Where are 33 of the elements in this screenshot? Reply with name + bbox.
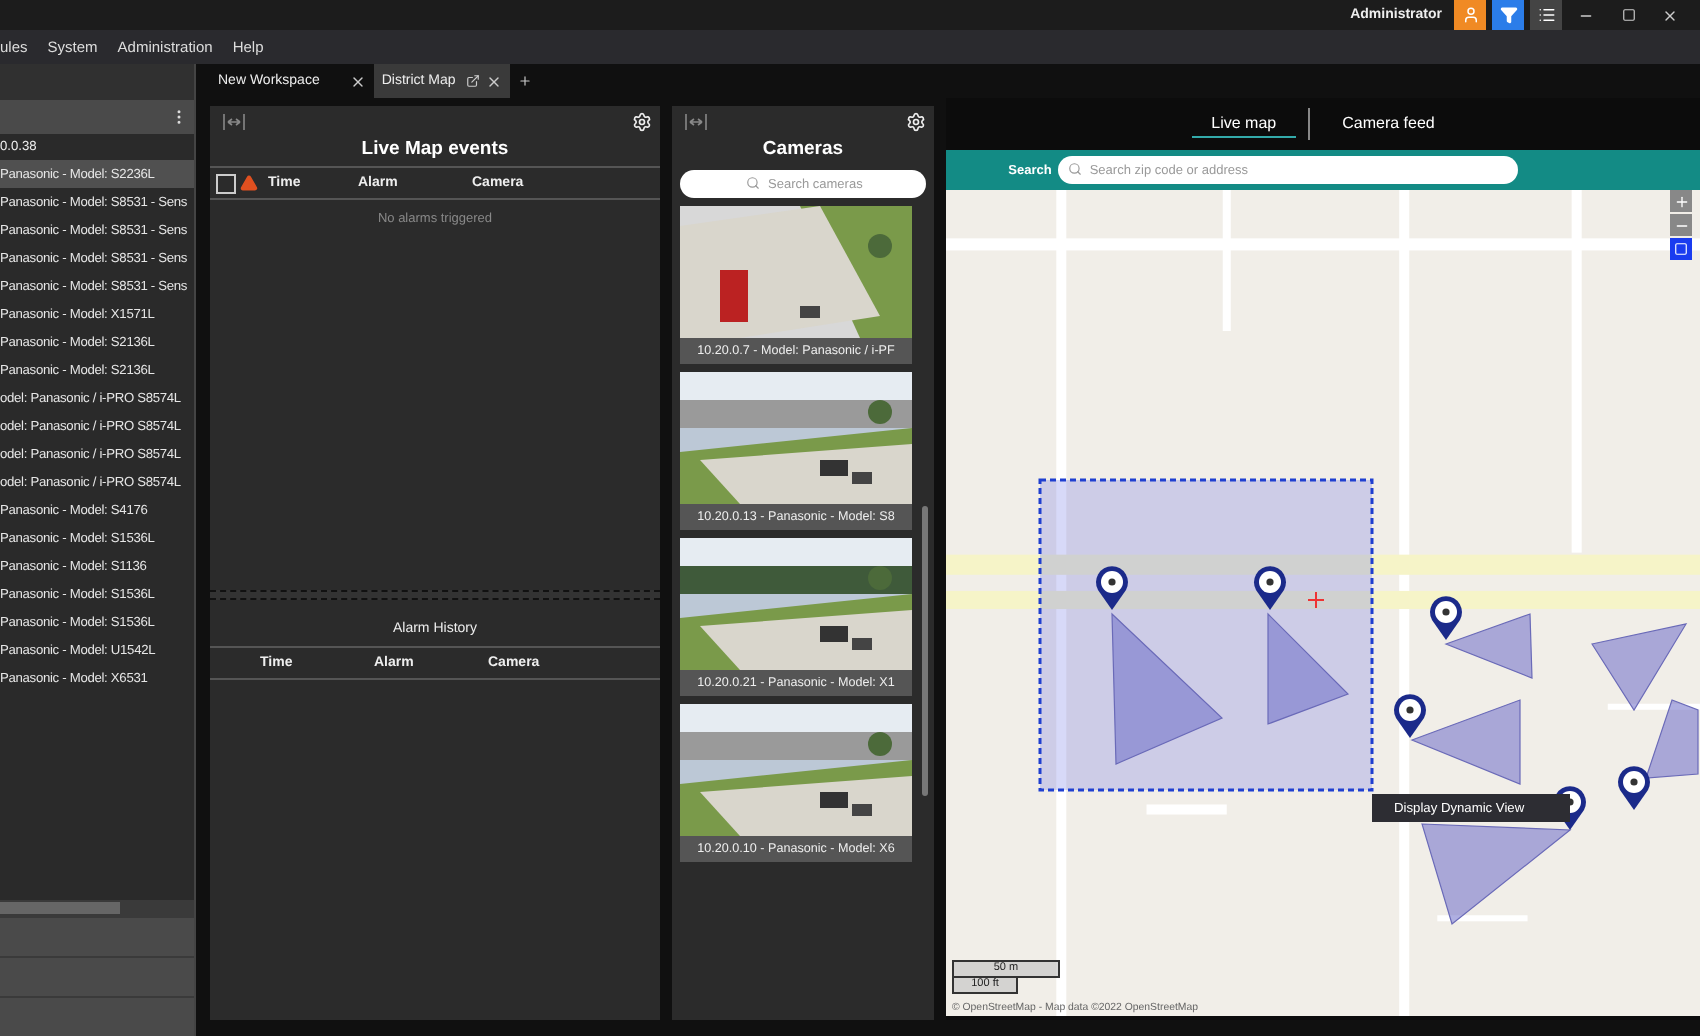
map-tab[interactable]: Live map bbox=[1191, 110, 1297, 138]
close-icon[interactable] bbox=[349, 73, 366, 89]
horizontal-scrollbar[interactable] bbox=[0, 900, 194, 916]
panel-title: Live Map events bbox=[359, 138, 511, 164]
settings-icon[interactable] bbox=[906, 112, 926, 132]
camera-pin-icon bbox=[1618, 766, 1650, 810]
settings-icon[interactable] bbox=[632, 112, 652, 132]
expand-icon[interactable] bbox=[684, 114, 708, 130]
camera-pin-icon bbox=[1430, 596, 1462, 640]
view-cone bbox=[1267, 612, 1350, 725]
camera-pin-icon bbox=[1254, 566, 1286, 610]
filter-icon[interactable] bbox=[1492, 0, 1524, 30]
panel-title: Cameras bbox=[760, 138, 846, 164]
camera-pin-icon bbox=[1394, 694, 1426, 738]
select-all-checkbox[interactable] bbox=[216, 173, 236, 193]
zoom-in-button[interactable] bbox=[1670, 190, 1692, 212]
close-icon[interactable] bbox=[485, 73, 502, 89]
view-cone bbox=[1410, 699, 1521, 785]
list-icon[interactable] bbox=[1530, 0, 1562, 30]
search-icon bbox=[1067, 162, 1082, 176]
square-icon bbox=[1674, 242, 1688, 256]
crosshair-icon bbox=[1307, 591, 1325, 609]
add-tab-icon[interactable] bbox=[517, 74, 532, 88]
warning-icon bbox=[240, 174, 258, 192]
camera-pin-icon bbox=[1096, 566, 1128, 610]
plus-icon bbox=[1673, 193, 1689, 209]
search-icon bbox=[746, 176, 760, 190]
layer-button[interactable] bbox=[1670, 238, 1692, 260]
map-tab[interactable]: Camera feed bbox=[1322, 110, 1455, 138]
expand-icon[interactable] bbox=[222, 114, 246, 130]
popout-icon[interactable] bbox=[465, 74, 480, 88]
vertical-scrollbar[interactable] bbox=[922, 506, 928, 796]
zoom-out-button[interactable] bbox=[1670, 214, 1692, 236]
